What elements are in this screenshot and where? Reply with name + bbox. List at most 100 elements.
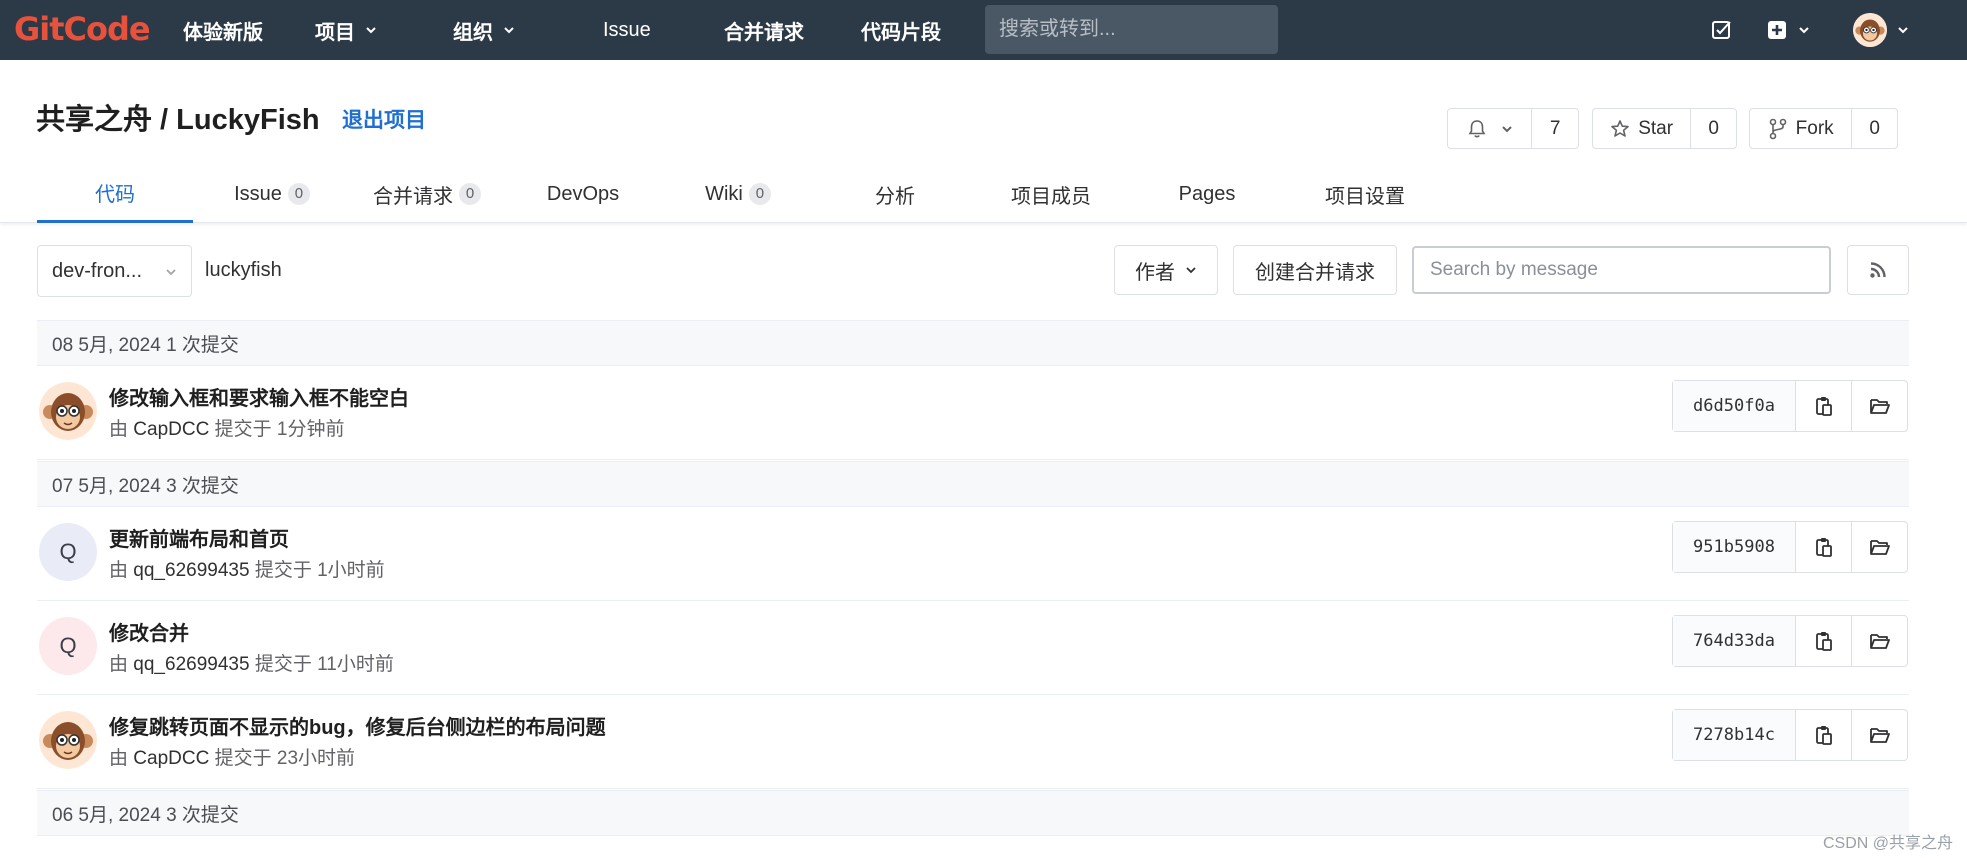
tab-pages[interactable]: Pages (1172, 165, 1242, 223)
author-avatar[interactable]: Q (39, 617, 97, 675)
gitcode-logo[interactable]: GitCode (14, 9, 151, 49)
copy-sha-button[interactable] (1795, 616, 1851, 666)
global-search-input[interactable] (999, 18, 1264, 41)
plus-square-icon (1768, 21, 1786, 39)
notification-button[interactable] (1448, 109, 1531, 148)
todo-icon[interactable] (1711, 0, 1733, 60)
folder-open-icon (1869, 728, 1890, 743)
copy-sha-button[interactable] (1795, 522, 1851, 572)
nav-organizations[interactable]: 组织 (453, 0, 515, 60)
tab-issue[interactable]: Issue 0 (222, 165, 322, 223)
by-label: 由 (109, 419, 129, 440)
tab-label: 项目成员 (1011, 185, 1091, 208)
user-menu[interactable] (1853, 0, 1909, 60)
nav-new-version[interactable]: 体验新版 (183, 0, 263, 60)
nav-label: 项目 (315, 21, 355, 44)
commit-time: 提交于 11小时前 (254, 654, 394, 675)
create-merge-request-button[interactable]: 创建合并请求 (1233, 245, 1397, 295)
commit-title[interactable]: 更新前端布局和首页 (109, 523, 289, 552)
chevron-down-icon (366, 27, 376, 34)
commit-time: 提交于 1小时前 (254, 560, 385, 581)
commit-title[interactable]: 修改输入框和要求输入框不能空白 (109, 382, 409, 411)
copy-sha-button[interactable] (1795, 381, 1851, 431)
commit-author[interactable]: CapDCC (133, 419, 209, 440)
tab-label: 项目设置 (1325, 185, 1405, 208)
repo-path[interactable]: luckyfish (205, 259, 282, 282)
commit-author[interactable]: CapDCC (133, 748, 209, 769)
copy-icon (1815, 726, 1832, 745)
nav-issue[interactable]: Issue (603, 0, 651, 60)
star-button[interactable]: Star (1593, 109, 1690, 148)
mr-count-badge: 0 (459, 183, 481, 205)
commit-author[interactable]: qq_62699435 (133, 560, 249, 581)
nav-label: 组织 (453, 21, 493, 44)
top-navbar: GitCode 体验新版 项目 组织 Issue 合并请求 代码片段 (0, 0, 1967, 60)
monkey-avatar-icon (39, 711, 97, 769)
branch-select[interactable]: dev-fron... (37, 245, 192, 297)
browse-files-button[interactable] (1851, 710, 1907, 760)
author-avatar[interactable]: Q (39, 523, 97, 581)
tab-wiki[interactable]: Wiki 0 (694, 165, 782, 223)
fork-button[interactable]: Fork (1750, 109, 1851, 148)
create-new-menu[interactable] (1766, 0, 1810, 60)
wiki-count-badge: 0 (748, 183, 771, 205)
commit-day-header: 06 5月, 2024 3 次提交 (37, 790, 1909, 836)
tab-label: 分析 (875, 185, 915, 208)
tab-label: Issue (234, 182, 282, 205)
star-icon (1611, 119, 1630, 137)
commit-sha[interactable]: 764d33da (1673, 616, 1795, 666)
tab-code[interactable]: 代码 (37, 165, 193, 223)
nav-projects[interactable]: 项目 (315, 0, 377, 60)
browse-files-button[interactable] (1851, 616, 1907, 666)
commit-meta: 由 CapDCC 提交于 1分钟前 (109, 414, 344, 441)
folder-open-icon (1869, 399, 1890, 414)
project-title: 共享之舟 / LuckyFish (36, 104, 320, 136)
watch-count[interactable]: 7 (1531, 109, 1578, 148)
commit-row: Q 更新前端布局和首页 由 qq_62699435 提交于 1小时前 951b5… (37, 507, 1909, 601)
project-tabs: 代码 Issue 0 合并请求 0 DevOps Wiki 0 分析 项目成员 Pag… (0, 165, 1967, 223)
tab-members[interactable]: 项目成员 (1001, 165, 1101, 223)
commit-row: 修复跳转页面不显示的bug，修复后台侧边栏的布局问题 由 CapDCC 提交于 … (37, 695, 1909, 789)
fork-label: Fork (1795, 117, 1834, 139)
copy-icon (1815, 538, 1832, 557)
copy-sha-button[interactable] (1795, 710, 1851, 760)
chevron-down-icon (1898, 27, 1908, 34)
commit-row: 修改输入框和要求输入框不能空白 由 CapDCC 提交于 1分钟前 d6d50f… (37, 366, 1909, 460)
nav-merge-requests[interactable]: 合并请求 (724, 0, 804, 60)
fork-count[interactable]: 0 (1851, 109, 1897, 148)
issue-count-badge: 0 (287, 183, 310, 205)
author-avatar[interactable] (39, 382, 97, 440)
copy-icon (1815, 632, 1832, 651)
commit-day-header: 07 5月, 2024 3 次提交 (37, 461, 1909, 507)
rss-button[interactable] (1847, 245, 1909, 295)
leave-project-link[interactable]: 退出项目 (342, 104, 426, 134)
chevron-down-icon (1501, 125, 1512, 132)
tab-devops[interactable]: DevOps (537, 165, 629, 223)
nav-snippets[interactable]: 代码片段 (861, 0, 941, 60)
rss-icon (1870, 262, 1886, 278)
author-filter-button[interactable]: 作者 (1114, 245, 1218, 295)
global-search (985, 5, 1278, 54)
commit-meta: 由 CapDCC 提交于 23小时前 (109, 743, 355, 770)
commit-title[interactable]: 修改合并 (109, 617, 189, 646)
tab-merge-requests[interactable]: 合并请求 0 (365, 165, 489, 223)
browse-files-button[interactable] (1851, 381, 1907, 431)
author-avatar[interactable] (39, 711, 97, 769)
commit-actions: d6d50f0a (1672, 380, 1908, 432)
tab-analytics[interactable]: 分析 (863, 165, 927, 223)
commit-title[interactable]: 修复跳转页面不显示的bug，修复后台侧边栏的布局问题 (109, 711, 606, 740)
commit-actions: 7278b14c (1672, 709, 1908, 761)
commit-actions: 764d33da (1672, 615, 1908, 667)
star-count[interactable]: 0 (1690, 109, 1736, 148)
commit-time: 提交于 1分钟前 (214, 419, 345, 440)
tab-settings[interactable]: 项目设置 (1315, 165, 1415, 223)
tab-label: 合并请求 (373, 185, 453, 208)
commit-sha[interactable]: d6d50f0a (1673, 381, 1795, 431)
commit-sha[interactable]: 951b5908 (1673, 522, 1795, 572)
commit-row: Q 修改合并 由 qq_62699435 提交于 11小时前 764d33da (37, 601, 1909, 695)
commit-author[interactable]: qq_62699435 (133, 654, 249, 675)
commit-sha[interactable]: 7278b14c (1673, 710, 1795, 760)
folder-open-icon (1869, 540, 1890, 555)
browse-files-button[interactable] (1851, 522, 1907, 572)
commit-search-input[interactable] (1412, 246, 1831, 294)
